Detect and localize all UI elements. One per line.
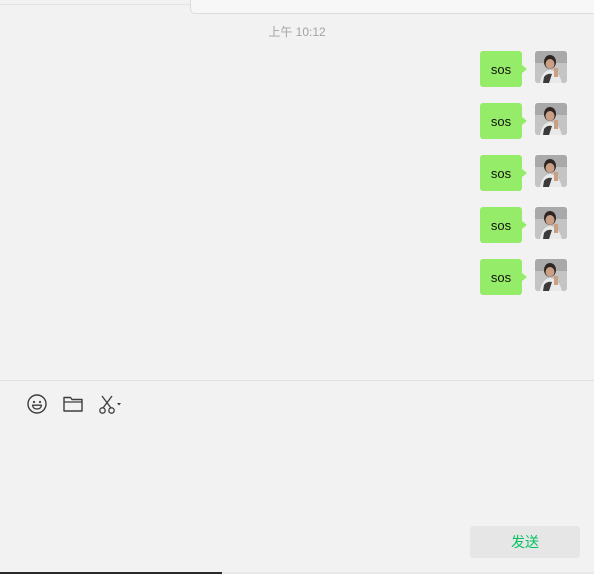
chat-message-area[interactable]: 上午 10:12 sos sos sos sos sos	[0, 0, 594, 380]
chevron-down-icon	[117, 403, 121, 406]
screenshot-button[interactable]	[98, 393, 124, 415]
message-bubble[interactable]: sos	[480, 51, 527, 87]
message-list: sos sos sos sos sos	[480, 51, 567, 295]
send-button[interactable]: 发送	[470, 526, 580, 558]
message-timestamp: 上午 10:12	[268, 25, 326, 39]
avatar-photo	[535, 207, 567, 239]
message-row: sos	[480, 207, 567, 243]
avatar[interactable]	[535, 155, 567, 187]
message-row: sos	[480, 155, 567, 191]
scissors-icon	[99, 395, 121, 414]
send-file-button[interactable]	[62, 393, 84, 415]
message-bubble[interactable]: sos	[480, 207, 527, 243]
avatar-photo	[535, 259, 567, 291]
message-bubble[interactable]: sos	[480, 155, 527, 191]
emoji-icon	[27, 394, 47, 414]
avatar-photo	[535, 103, 567, 135]
avatar-photo	[535, 155, 567, 187]
avatar[interactable]	[535, 207, 567, 239]
message-row: sos	[480, 51, 567, 87]
emoji-button[interactable]	[26, 393, 48, 415]
avatar-photo	[535, 51, 567, 83]
folder-icon	[63, 396, 83, 412]
message-bubble[interactable]: sos	[480, 103, 527, 139]
avatar[interactable]	[535, 103, 567, 135]
input-toolbar	[26, 392, 124, 416]
message-row: sos	[480, 259, 567, 295]
message-bubble[interactable]: sos	[480, 259, 527, 295]
avatar[interactable]	[535, 259, 567, 291]
message-row: sos	[480, 103, 567, 139]
composer-divider	[0, 380, 594, 381]
avatar[interactable]	[535, 51, 567, 83]
